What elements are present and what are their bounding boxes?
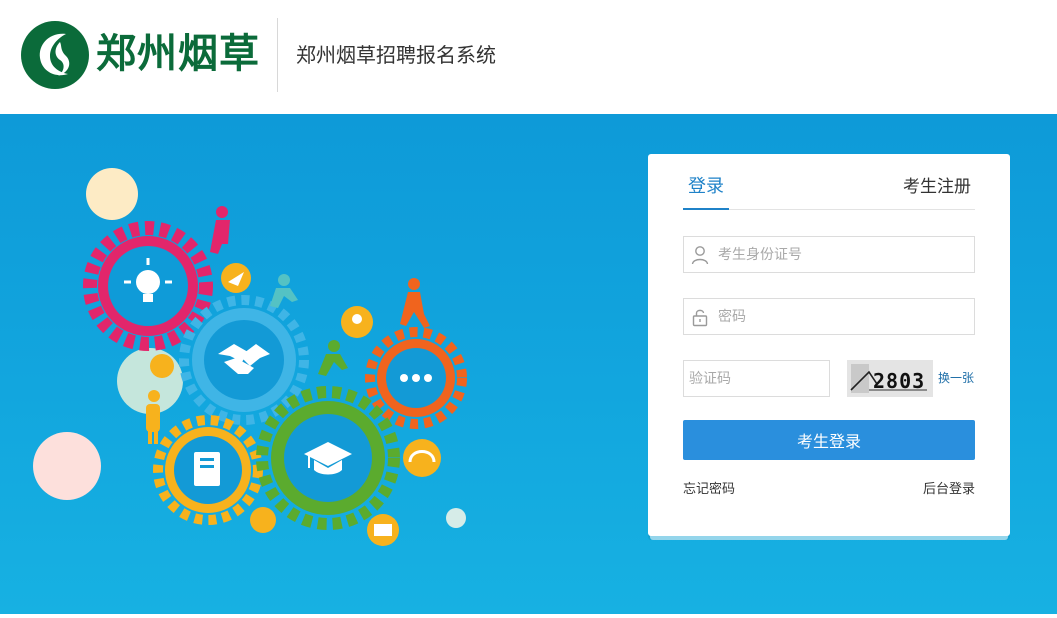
notebook-icon	[194, 452, 220, 486]
card-shadow	[650, 532, 1008, 540]
deco-circle-pink	[33, 432, 101, 500]
forgot-password-link[interactable]: 忘记密码	[683, 478, 735, 497]
id-number-field[interactable]	[683, 236, 975, 273]
captcha-field[interactable]	[683, 360, 830, 397]
person-pink	[210, 206, 230, 254]
login-card: 登录 考生注册 2803	[648, 154, 1010, 536]
person-green-running	[318, 340, 348, 376]
password-input[interactable]	[718, 299, 968, 334]
header: 郑州烟草 郑州烟草招聘报名系统	[0, 0, 1057, 114]
captcha-input[interactable]	[689, 361, 824, 396]
gear-pink	[83, 221, 213, 351]
person-teal-running	[270, 274, 298, 308]
login-button[interactable]: 考生登录	[683, 420, 975, 460]
banner: 登录 考生注册 2803	[0, 114, 1057, 614]
gear-yellow	[153, 415, 263, 525]
captcha-image[interactable]: 2803	[847, 360, 933, 397]
headphones-badge	[403, 439, 441, 477]
gear-green	[256, 386, 400, 530]
password-field[interactable]	[683, 298, 975, 335]
admin-login-link[interactable]: 后台登录	[923, 478, 975, 497]
tab-register[interactable]: 考生注册	[903, 176, 971, 198]
gears-illustration	[33, 168, 467, 546]
refresh-captcha-link[interactable]: 换一张	[938, 370, 974, 386]
header-divider	[277, 18, 278, 92]
user-icon	[691, 246, 709, 265]
more-icon	[400, 374, 432, 382]
logo-text: 郑州烟草	[96, 31, 260, 77]
id-number-input[interactable]	[718, 237, 968, 272]
deco-circle-small	[446, 508, 466, 528]
refresh-badge	[150, 354, 174, 378]
system-title: 郑州烟草招聘报名系统	[296, 43, 496, 67]
captcha-text: 2803	[873, 369, 925, 393]
lock-icon	[692, 309, 708, 327]
logo-icon	[21, 21, 89, 89]
deco-circle-cream	[86, 168, 138, 220]
login-tabs: 登录 考生注册	[683, 176, 975, 210]
gear-orange	[365, 327, 467, 429]
chat-badge	[250, 507, 276, 533]
person-orange	[400, 278, 430, 328]
tab-login[interactable]: 登录	[683, 176, 729, 210]
footer	[0, 614, 1057, 618]
